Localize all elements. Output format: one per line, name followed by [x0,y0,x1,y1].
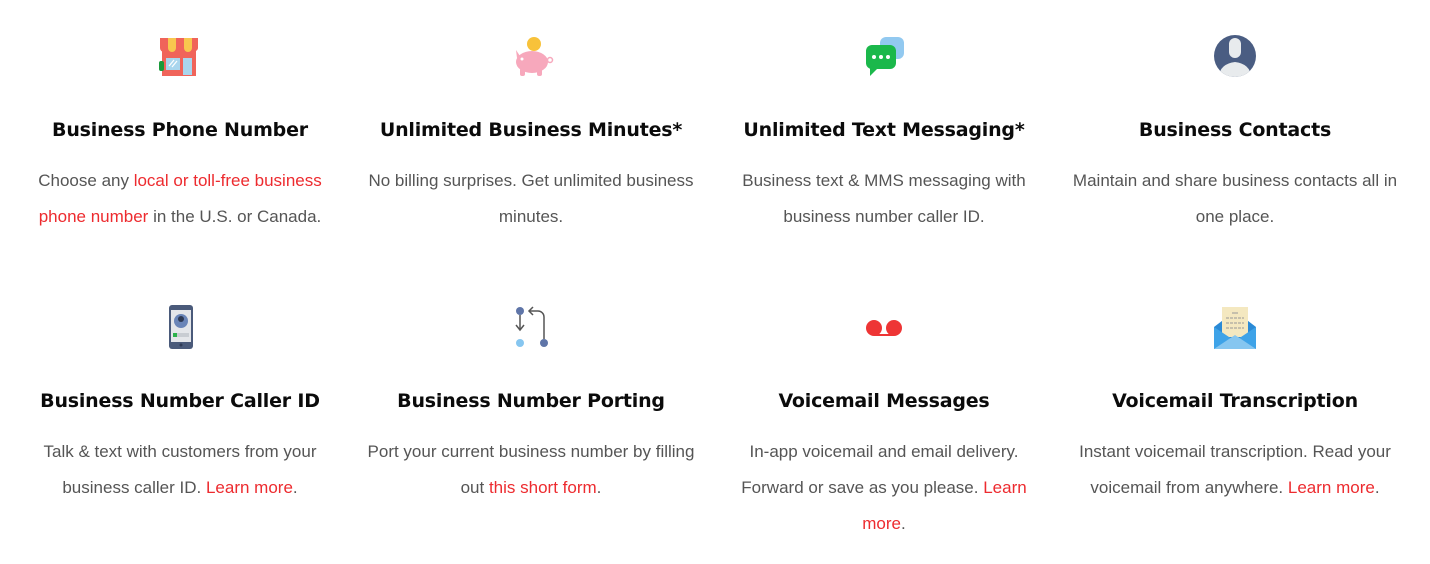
feature-voicemail-messages: Voicemail Messages In-app voicemail and … [719,0,1049,564]
envelope-letter-icon [1214,307,1256,349]
feature-description: Instant voicemail transcription. Read yo… [1070,434,1400,506]
feature-title: Voicemail Messages [778,390,990,412]
feature-title: Business Number Porting [397,390,665,412]
feature-number-porting: Business Number Porting Port your curren… [366,0,696,564]
feature-caller-id: Business Number Caller ID Talk & text wi… [15,0,345,564]
phone-caller-id-icon [169,305,193,349]
description-text: In-app voicemail and email delivery. For… [741,442,1019,497]
description-text: . [1374,478,1380,497]
short-form-link[interactable]: this short form [489,478,597,497]
features-grid: Business Phone Number Choose any local o… [0,0,1430,564]
description-text: . [901,514,906,533]
voicemail-icon [866,320,902,336]
porting-arrows-icon [515,306,548,347]
feature-voicemail-transcription: Voicemail Transcription Instant voicemai… [1070,0,1400,564]
feature-description: Talk & text with customers from your bus… [15,434,345,506]
feature-title: Voicemail Transcription [1112,390,1358,412]
transcription-learn-more-link[interactable]: Learn more [1288,478,1375,497]
feature-description: Port your current business number by fil… [366,434,696,506]
caller-id-learn-more-link[interactable]: Learn more [206,478,293,497]
description-text: . [596,478,602,497]
description-text: . [292,478,298,497]
feature-title: Business Number Caller ID [40,390,320,412]
feature-description: In-app voicemail and email delivery. For… [719,434,1049,542]
